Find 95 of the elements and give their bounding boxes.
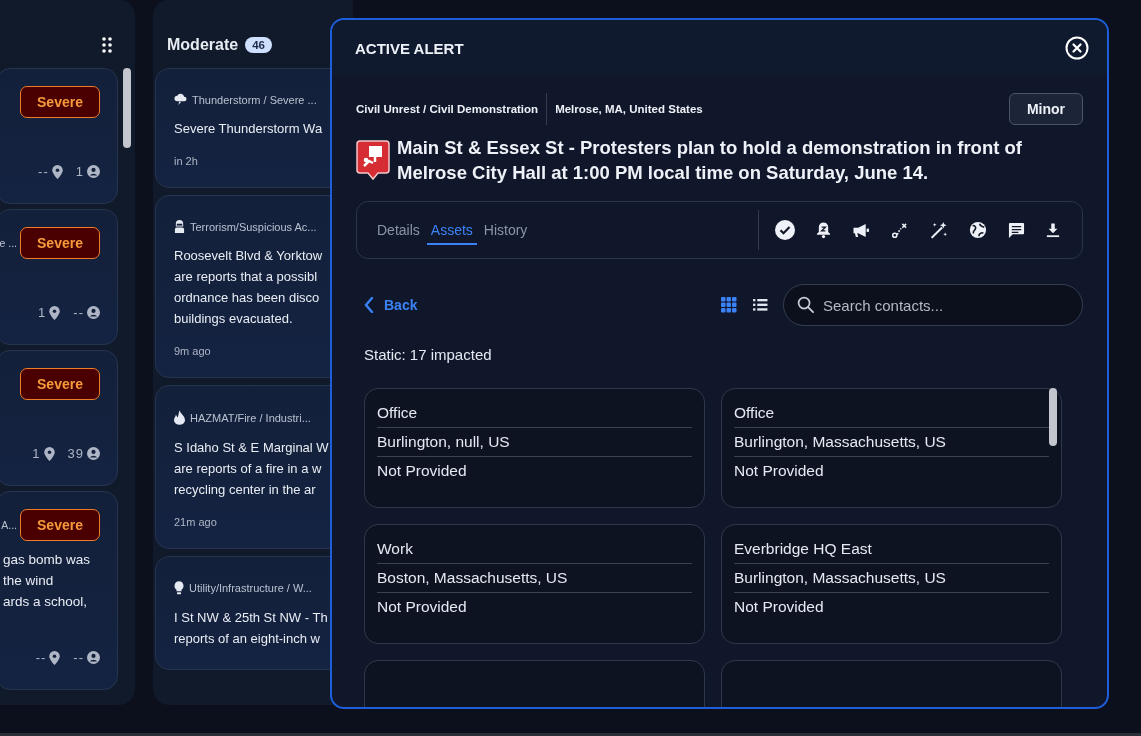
alert-time: in 2h (174, 155, 199, 167)
severity-badge: Severe (20, 368, 100, 401)
search-icon (797, 296, 814, 313)
scrollbar-thumb[interactable] (123, 68, 131, 148)
chevron-left-icon (364, 297, 374, 313)
alert-card[interactable]: Severe 1 39 (0, 350, 118, 487)
flame-icon (174, 410, 185, 425)
alert-category: Thunderstorm / Severe ... (192, 93, 317, 106)
alert-description-line: Roosevelt Blvd & Yorktow (174, 247, 324, 265)
contact-address: Burlington, Massachusetts, US (734, 564, 1049, 593)
person-icon (87, 165, 100, 179)
alert-description-line: gas bomb was (2, 551, 91, 570)
tab[interactable]: Assets (426, 215, 477, 245)
drag-handle-icon[interactable] (102, 37, 112, 53)
tab[interactable]: History (479, 215, 532, 245)
location-pin-icon (49, 650, 61, 665)
location-count: -- (35, 650, 47, 665)
location-pin-icon (43, 446, 55, 461)
people-count: 1 (75, 164, 84, 180)
location-count: 1 (32, 446, 41, 462)
close-icon[interactable] (1065, 36, 1089, 60)
people-count: -- (73, 650, 84, 665)
people-count: 39 (67, 446, 84, 462)
check-circle-icon[interactable] (775, 220, 795, 240)
column-title: Moderate (167, 36, 239, 54)
alert-location: Melrose, MA, United States (555, 103, 703, 115)
tab[interactable]: Details (373, 215, 424, 245)
back-link[interactable]: Back (356, 297, 418, 313)
alert-description-line: the wind (2, 572, 54, 591)
alert-description-line: Severe Thunderstorm Wa (174, 120, 324, 138)
contact-phone: Not Provided (377, 597, 468, 617)
count-badge: 46 (245, 37, 272, 53)
light-bulb-icon (174, 581, 184, 595)
contact-address: Burlington, Massachusetts, US (734, 428, 1049, 457)
contact-phone: Not Provided (734, 597, 825, 617)
hooded-figure-icon (174, 220, 185, 233)
contact-name: Everbridge HQ East (734, 535, 1049, 564)
grid-view-icon[interactable] (721, 297, 737, 313)
megaphone-icon[interactable] (852, 222, 870, 238)
download-icon[interactable] (1046, 222, 1060, 238)
location-pin-icon (51, 164, 63, 179)
dialog-title: ACTIVE ALERT (355, 39, 464, 57)
bell-icon[interactable] (816, 221, 831, 239)
alert-category: Terrorism/Suspicious Ac... (190, 220, 317, 233)
contact-card[interactable]: Everbridge HQ East Burlington, Massachusetts, US Not Provided (721, 524, 1062, 644)
alert-category: Utility/Infrastructure / W... (189, 582, 312, 594)
contact-phone: Not Provided (377, 461, 468, 481)
alert-description-line: are reports of a fire in a w (174, 460, 323, 478)
scrollbar-thumb[interactable] (1049, 388, 1057, 446)
route-icon[interactable] (891, 221, 908, 239)
contact-name: Office (734, 399, 1049, 428)
contact-name: Office (377, 399, 692, 428)
alert-card[interactable]: e ... Severe 1 -- (0, 209, 118, 346)
alert-category: HAZMAT/Fire / Industri... (190, 411, 311, 424)
alert-category: e ... (0, 237, 17, 250)
alert-time: 21m ago (174, 516, 218, 528)
contact-card[interactable]: Work Boston, Massachusetts, US Not Provided (364, 524, 705, 644)
people-count: -- (73, 305, 84, 321)
alert-category: Civil Unrest / Civil Demonstration (356, 103, 539, 115)
list-view-icon[interactable] (753, 298, 768, 312)
contact-address: Burlington, null, US (377, 428, 692, 457)
alert-description-line: buildings evacuated. (174, 310, 294, 328)
alert-time: 9m ago (174, 345, 212, 357)
chat-icon[interactable] (1008, 221, 1025, 239)
person-icon (87, 306, 100, 320)
search-field[interactable]: Search contacts... (783, 284, 1083, 326)
alert-card[interactable]: Severe -- 1 (0, 68, 118, 205)
alert-description-line: reports of an eight-inch w (174, 630, 321, 648)
person-icon (87, 651, 100, 664)
location-pin-icon (49, 305, 61, 320)
storm-cloud-icon (174, 93, 187, 106)
impacted-count: Static: 17 impacted (364, 346, 493, 363)
person-icon (87, 447, 100, 461)
severity-badge: Minor (1008, 93, 1083, 125)
alert-category: A... (1, 519, 17, 532)
severity-badge: Severe (20, 227, 100, 260)
contact-card[interactable]: Office Burlington, null, US Not Provided (364, 388, 705, 508)
magic-wand-icon[interactable] (929, 220, 948, 240)
contact-name: Work (377, 535, 692, 564)
location-count: 1 (38, 305, 47, 321)
alert-description-line: are reports that a possibl (174, 268, 319, 286)
alert-description-line: S Idaho St & E Marginal W (174, 439, 330, 457)
contact-card[interactable]: Office Burlington, Massachusetts, US Not Provided (721, 388, 1062, 508)
contact-address: Boston, Massachusetts, US (377, 564, 692, 593)
location-count: -- (38, 164, 49, 180)
alert-card[interactable]: A... Severe gas bomb was the wind ards a school, -- -- (0, 491, 118, 690)
alert-description-line: ards a school, (2, 593, 88, 612)
alert-description-line: I St NW & 25th St NW - Th (174, 609, 329, 627)
alert-description-line: recycling center in the ar (174, 481, 317, 499)
globe-icon[interactable] (969, 221, 987, 239)
contact-phone: Not Provided (734, 461, 825, 481)
severity-badge: Severe (20, 509, 100, 542)
alert-headline: Main St & Essex St - Protesters plan to hold a demonstration in front of Melrose City Hall at 1:00 PM local time on Saturday, June 14. (397, 136, 1023, 185)
alert-description-line: ordnance has been disco (174, 289, 321, 307)
severity-badge: Severe (20, 86, 100, 118)
